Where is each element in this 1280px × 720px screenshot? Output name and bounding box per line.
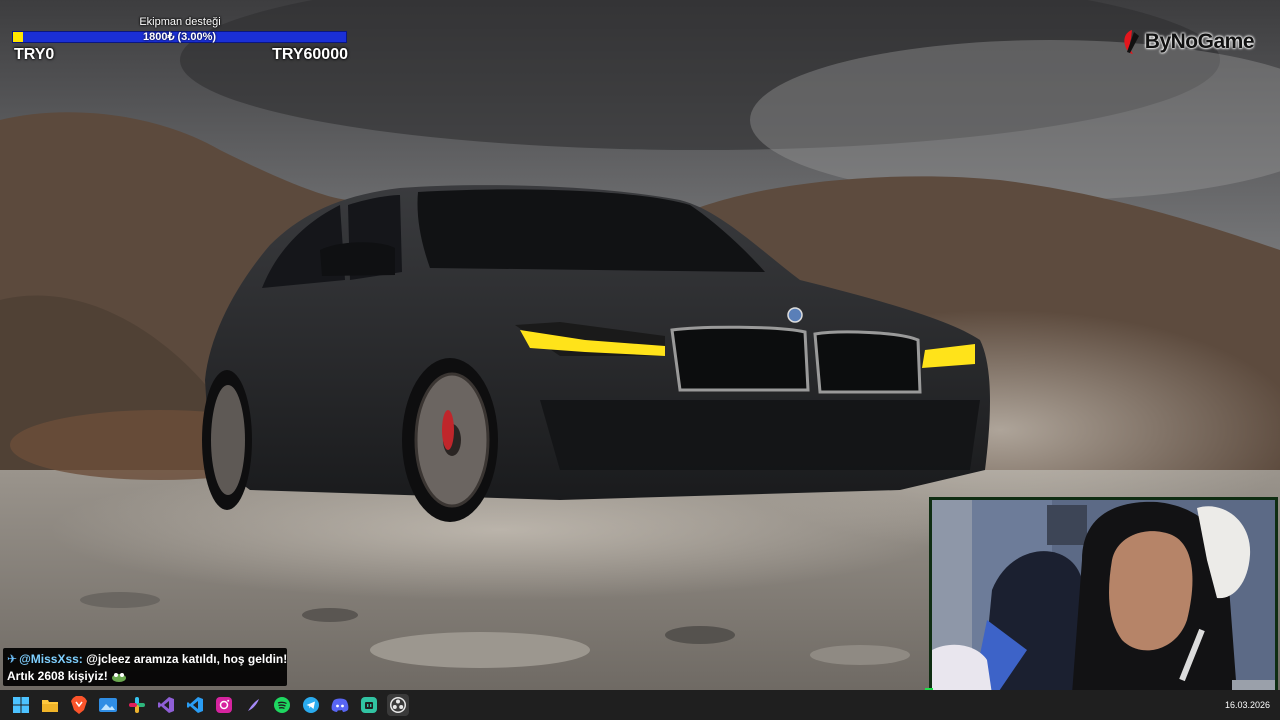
obs-icon[interactable] bbox=[387, 694, 409, 716]
taskbar-app-icons bbox=[10, 694, 416, 716]
obsidian-icon[interactable] bbox=[242, 694, 264, 716]
instagram-icon[interactable] bbox=[213, 694, 235, 716]
taskbar-date: 16.03.2026 bbox=[1224, 700, 1270, 710]
brand-name: ByNoGame bbox=[1144, 30, 1255, 53]
chat-line-sub: Artık 2608 kişiyiz! bbox=[7, 668, 283, 684]
chat-notification: ✈ @MissXss: @jcleez aramıza katıldı, hoş … bbox=[3, 648, 287, 686]
spotify-icon[interactable] bbox=[271, 694, 293, 716]
file-explorer-icon[interactable] bbox=[39, 694, 61, 716]
visual-studio-icon[interactable] bbox=[155, 694, 177, 716]
windows-start-icon[interactable] bbox=[10, 694, 32, 716]
goal-amount-label: 1800₺ (3.00%) bbox=[142, 31, 217, 43]
goal-max-label: TRY60000 bbox=[272, 46, 348, 63]
chat-line-main: ✈ @MissXss: @jcleez aramıza katıldı, hoş … bbox=[7, 651, 287, 667]
webcam-overlay bbox=[929, 497, 1278, 697]
pin-icon: ✈ bbox=[7, 652, 18, 666]
streamer-webcam-feed bbox=[932, 500, 1275, 694]
goal-title: Ekipman desteği bbox=[139, 16, 221, 28]
chat-username: @MissXss: bbox=[19, 652, 83, 666]
bynogame-logo-icon bbox=[1124, 30, 1139, 54]
discord-icon[interactable] bbox=[329, 694, 351, 716]
photos-icon[interactable] bbox=[97, 694, 119, 716]
brave-browser-icon[interactable] bbox=[68, 694, 90, 716]
chat-message: @jcleez aramıza katıldı, hoş geldin! bbox=[86, 652, 288, 666]
vscode-icon[interactable] bbox=[184, 694, 206, 716]
chat-subline: Artık 2608 kişiyiz! bbox=[7, 669, 108, 683]
frog-emote-icon bbox=[111, 669, 127, 683]
telegram-icon[interactable] bbox=[300, 694, 322, 716]
windows-taskbar: 16.03.2026 bbox=[0, 690, 1280, 720]
slack-icon[interactable] bbox=[126, 694, 148, 716]
streamlabs-icon[interactable] bbox=[358, 694, 380, 716]
goal-min-label: TRY0 bbox=[14, 46, 55, 63]
bynogame-logo: ByNoGame bbox=[1121, 28, 1255, 56]
